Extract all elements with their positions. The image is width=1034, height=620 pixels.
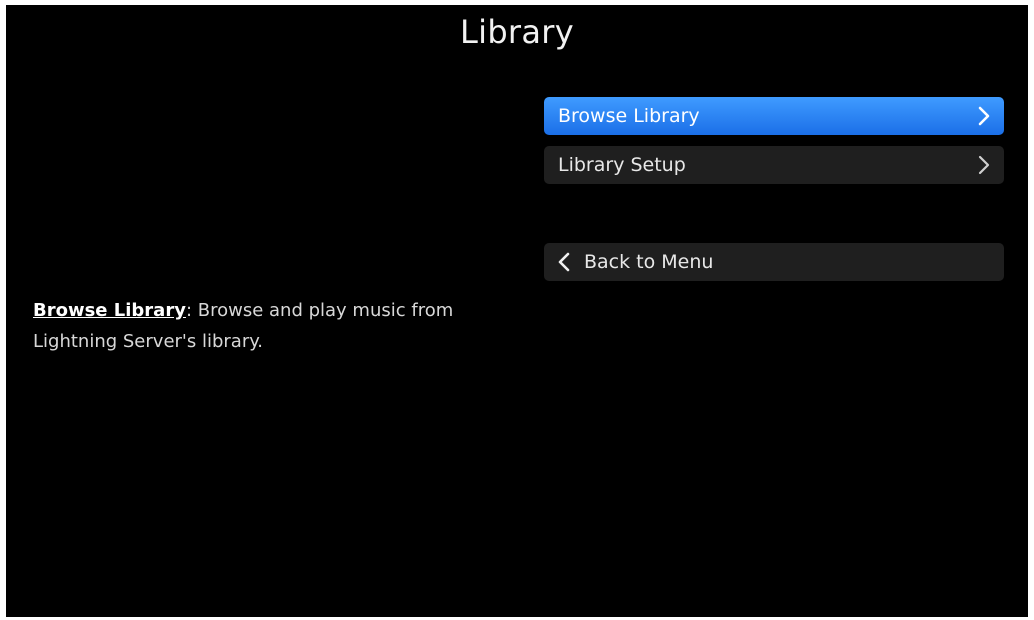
chevron-right-icon <box>978 106 990 126</box>
menu-item-label: Browse Library <box>558 105 700 127</box>
chevron-left-icon <box>558 252 570 272</box>
chevron-right-icon <box>978 155 990 175</box>
browse-library-button[interactable]: Browse Library <box>544 97 1004 135</box>
screen: Library Browse Library Library Setup Bac… <box>6 5 1028 617</box>
back-label: Back to Menu <box>584 251 714 273</box>
back-to-menu-button[interactable]: Back to Menu <box>544 243 1004 281</box>
description-term: Browse Library <box>33 300 186 321</box>
menu-item-label: Library Setup <box>558 154 686 176</box>
item-description: Browse Library: Browse and play music fr… <box>33 295 493 357</box>
library-setup-button[interactable]: Library Setup <box>544 146 1004 184</box>
page-title: Library <box>460 13 574 51</box>
